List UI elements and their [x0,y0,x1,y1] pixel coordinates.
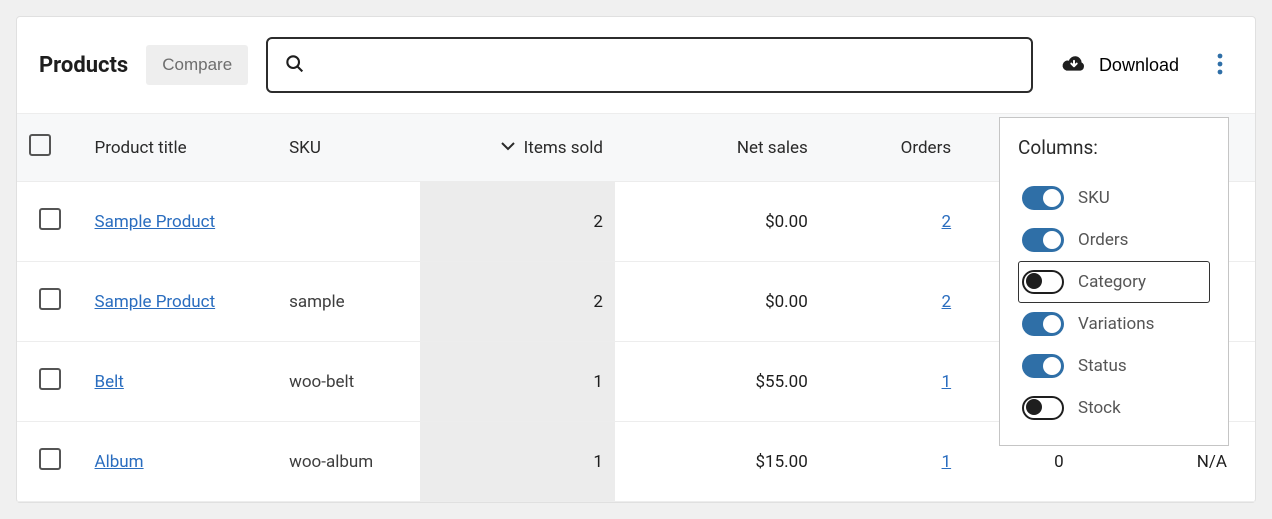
items-sold-cell: 1 [420,422,615,502]
column-header-sku[interactable]: SKU [277,114,420,182]
toggle-label: Stock [1078,398,1121,418]
products-panel: Products Compare Download [16,16,1256,503]
net-sales-cell: $15.00 [615,422,820,502]
kebab-icon [1217,52,1223,79]
column-toggle-row[interactable]: SKU [1018,177,1210,219]
select-all-checkbox[interactable] [29,134,51,156]
toggle-knob [1026,273,1042,289]
row-checkbox[interactable] [39,368,61,390]
download-button[interactable]: Download [1051,44,1189,87]
toggle-knob [1026,399,1042,415]
download-cloud-icon [1061,52,1087,79]
toggle-knob [1043,315,1061,333]
orders-link[interactable]: 2 [942,292,952,312]
row-checkbox[interactable] [39,448,61,470]
items-sold-cell: 2 [420,262,615,342]
product-title-link[interactable]: Sample Product [95,212,216,232]
column-header-title[interactable]: Product title [83,114,278,182]
columns-popover-title: Columns: [1018,136,1210,159]
page-title: Products [39,53,128,78]
search-icon [284,53,304,77]
product-title-link[interactable]: Album [95,452,144,472]
toggle-knob [1043,231,1061,249]
column-header-select [17,114,83,182]
chevron-down-icon [500,138,516,158]
more-options-button[interactable] [1207,46,1233,85]
net-sales-cell: $55.00 [615,342,820,422]
column-header-net-sales[interactable]: Net sales [615,114,820,182]
compare-button[interactable]: Compare [146,45,248,85]
column-toggle-row[interactable]: Category [1018,261,1210,303]
download-label: Download [1099,55,1179,76]
toggle-knob [1043,357,1061,375]
row-checkbox[interactable] [39,288,61,310]
toggle-label: Status [1078,356,1127,376]
net-sales-cell: $0.00 [615,182,820,262]
product-title-link[interactable]: Belt [95,372,124,392]
product-title-link[interactable]: Sample Product [95,292,216,312]
toggle-label: SKU [1078,188,1110,208]
column-toggle-row[interactable]: Stock [1018,387,1210,429]
column-toggle-row[interactable]: Variations [1018,303,1210,345]
toggle-knob [1043,189,1061,207]
column-toggle-row[interactable]: Orders [1018,219,1210,261]
panel-header: Products Compare Download [17,17,1255,114]
columns-popover: Columns: SKU Orders Category Variations Stat… [999,117,1229,446]
toggle-label: Orders [1078,230,1128,250]
orders-link[interactable]: 1 [942,372,952,392]
items-sold-cell: 2 [420,182,615,262]
orders-link[interactable]: 2 [942,212,952,232]
toggle-label: Category [1078,272,1146,292]
toggle-switch[interactable] [1022,228,1064,252]
sku-text: sample [289,292,345,312]
toggle-switch[interactable] [1022,186,1064,210]
column-header-items-sold[interactable]: Items sold [420,114,615,182]
toggle-switch[interactable] [1022,270,1064,294]
toggle-label: Variations [1078,314,1154,334]
column-header-orders[interactable]: Orders [820,114,963,182]
net-sales-cell: $0.00 [615,262,820,342]
search-input[interactable] [266,37,1033,93]
toggle-switch[interactable] [1022,396,1064,420]
column-toggle-row[interactable]: Status [1018,345,1210,387]
toggle-switch[interactable] [1022,312,1064,336]
search-wrap [266,37,1033,93]
orders-link[interactable]: 1 [942,452,952,472]
toggle-switch[interactable] [1022,354,1064,378]
row-checkbox[interactable] [39,208,61,230]
items-sold-cell: 1 [420,342,615,422]
sku-text: woo-album [289,452,373,472]
sku-text: woo-belt [289,372,354,392]
